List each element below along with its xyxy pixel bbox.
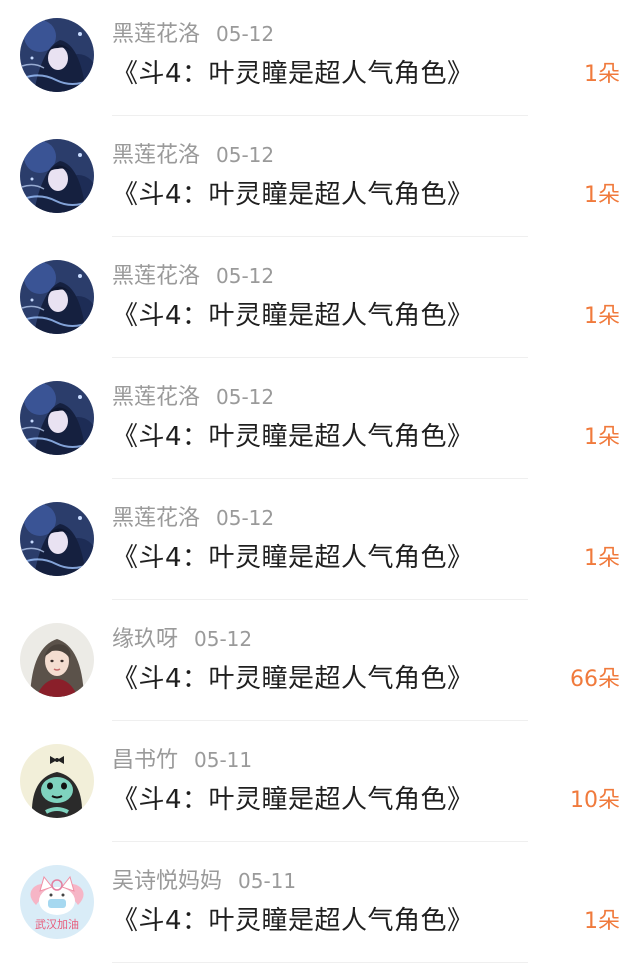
list-item[interactable]: 缘玖呀 05-12 《斗4：叶灵瞳是超人气角色》 66朵 [0, 605, 640, 726]
gift-list: 黑莲花洛 05-12 《斗4：叶灵瞳是超人气角色》 1朵 黑莲花洛 05-12 [0, 0, 640, 966]
book-title[interactable]: 《斗4：叶灵瞳是超人气角色》 [112, 177, 474, 213]
username[interactable]: 黑莲花洛 [112, 385, 200, 410]
book-title[interactable]: 《斗4：叶灵瞳是超人气角色》 [112, 419, 474, 455]
timestamp: 05-12 [194, 627, 253, 651]
flower-count: 1朵 [584, 62, 620, 87]
list-item[interactable]: 昌书竹 05-11 《斗4：叶灵瞳是超人气角色》 10朵 [0, 726, 640, 847]
flower-count: 10朵 [570, 788, 620, 813]
timestamp: 05-12 [216, 385, 275, 409]
username-line: 黑莲花洛 05-12 [112, 141, 274, 170]
monkey-bowtie-avatar[interactable] [20, 744, 94, 818]
book-title[interactable]: 《斗4：叶灵瞳是超人气角色》 [112, 903, 474, 939]
book-title[interactable]: 《斗4：叶灵瞳是超人气角色》 [112, 298, 474, 334]
timestamp: 05-12 [216, 264, 275, 288]
cat-mask-avatar[interactable]: 武汉加油 [20, 865, 94, 939]
flower-count: 1朵 [584, 909, 620, 934]
book-title[interactable]: 《斗4：叶灵瞳是超人气角色》 [112, 782, 474, 818]
username-line: 吴诗悦妈妈 05-11 [112, 867, 296, 896]
anime-girl-avatar[interactable] [20, 381, 94, 455]
timestamp: 05-12 [216, 143, 275, 167]
list-item[interactable]: 黑莲花洛 05-12 《斗4：叶灵瞳是超人气角色》 1朵 [0, 242, 640, 363]
username-line: 黑莲花洛 05-12 [112, 504, 274, 533]
book-title[interactable]: 《斗4：叶灵瞳是超人气角色》 [112, 540, 474, 576]
anime-girl-avatar[interactable] [20, 260, 94, 334]
username[interactable]: 缘玖呀 [112, 627, 178, 652]
username[interactable]: 黑莲花洛 [112, 143, 200, 168]
girl-portrait-avatar[interactable] [20, 623, 94, 697]
avatar-caption: 武汉加油 [35, 917, 79, 931]
flower-count: 1朵 [584, 425, 620, 450]
anime-girl-avatar[interactable] [20, 139, 94, 213]
flower-count: 1朵 [584, 304, 620, 329]
timestamp: 05-12 [216, 22, 275, 46]
divider [112, 357, 528, 358]
list-item[interactable]: 黑莲花洛 05-12 《斗4：叶灵瞳是超人气角色》 1朵 [0, 484, 640, 605]
username[interactable]: 吴诗悦妈妈 [112, 869, 222, 894]
timestamp: 05-11 [194, 748, 253, 772]
flower-count: 1朵 [584, 546, 620, 571]
book-title[interactable]: 《斗4：叶灵瞳是超人气角色》 [112, 661, 474, 697]
flower-count: 1朵 [584, 183, 620, 208]
username-line: 昌书竹 05-11 [112, 746, 252, 775]
username-line: 黑莲花洛 05-12 [112, 262, 274, 291]
username-line: 黑莲花洛 05-12 [112, 20, 274, 49]
username[interactable]: 黑莲花洛 [112, 22, 200, 47]
divider [112, 236, 528, 237]
list-item[interactable]: 黑莲花洛 05-12 《斗4：叶灵瞳是超人气角色》 1朵 [0, 0, 640, 121]
divider [112, 478, 528, 479]
book-title[interactable]: 《斗4：叶灵瞳是超人气角色》 [112, 56, 474, 92]
username-line: 缘玖呀 05-12 [112, 625, 252, 654]
divider [112, 720, 528, 721]
username[interactable]: 黑莲花洛 [112, 506, 200, 531]
divider [112, 599, 528, 600]
list-item[interactable]: 黑莲花洛 05-12 《斗4：叶灵瞳是超人气角色》 1朵 [0, 121, 640, 242]
username[interactable]: 昌书竹 [112, 748, 178, 773]
list-item[interactable]: 黑莲花洛 05-12 《斗4：叶灵瞳是超人气角色》 1朵 [0, 363, 640, 484]
timestamp: 05-12 [216, 506, 275, 530]
timestamp: 05-11 [238, 869, 297, 893]
flower-count: 66朵 [570, 667, 620, 692]
divider [112, 841, 528, 842]
anime-girl-avatar[interactable] [20, 502, 94, 576]
anime-girl-avatar[interactable] [20, 18, 94, 92]
divider [112, 115, 528, 116]
divider [112, 962, 528, 963]
username[interactable]: 黑莲花洛 [112, 264, 200, 289]
list-item[interactable]: 武汉加油 吴诗悦妈妈 05-11 《斗4：叶灵瞳是超人气角色》 1朵 [0, 847, 640, 968]
username-line: 黑莲花洛 05-12 [112, 383, 274, 412]
